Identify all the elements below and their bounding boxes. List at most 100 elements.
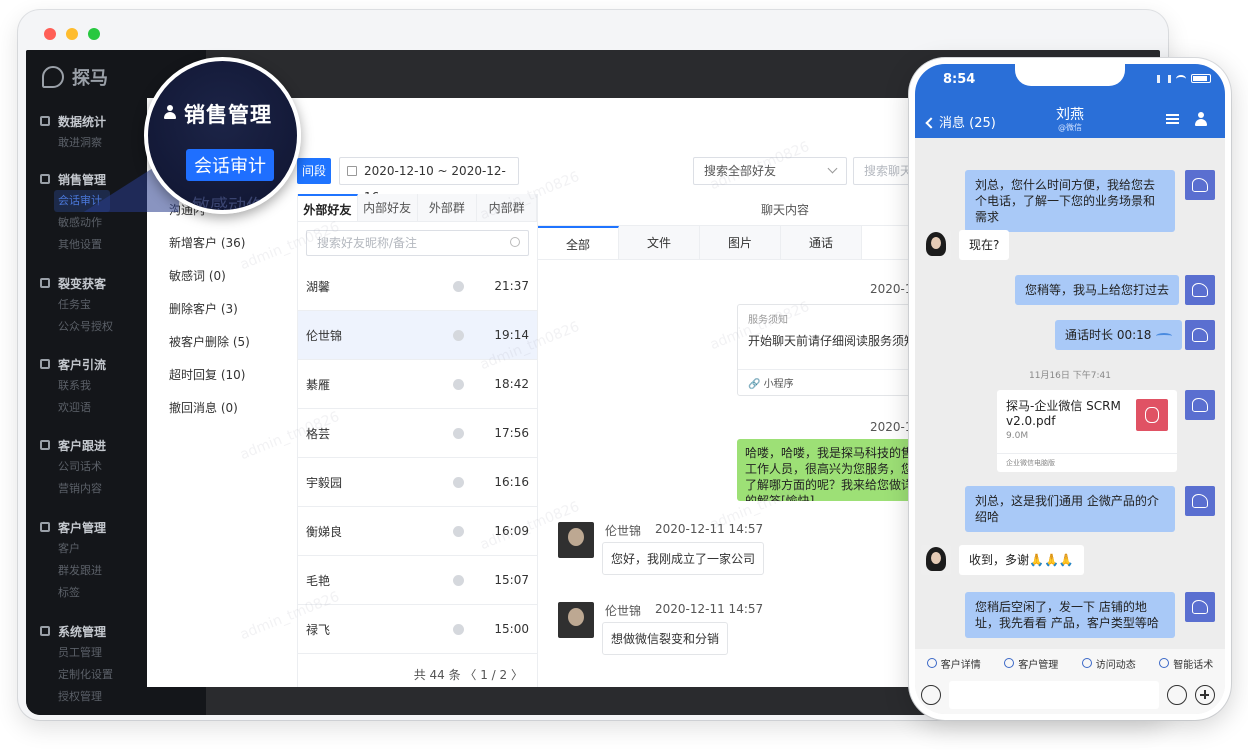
sent-message: 刘总，这是我们通用 企微产品的介绍哈 (965, 486, 1175, 532)
category-item[interactable]: 被客户删除 (5) (147, 326, 297, 359)
check-icon (453, 574, 465, 586)
category-item[interactable]: 新增客户 (36) (147, 227, 297, 260)
minimize-dot[interactable] (66, 28, 78, 40)
nav-title[interactable]: 系统管理 (40, 620, 113, 642)
sidebar-item[interactable]: 标签 (40, 582, 106, 604)
sidebar-item[interactable]: 任务宝 (40, 294, 113, 316)
gear-icon (40, 626, 50, 636)
action-smart-script[interactable]: 智能话术 (1159, 656, 1213, 671)
message-time: 2020-12-11 14:57 (655, 522, 764, 536)
mini-program-card[interactable]: 服务须知 开始聊天前请仔细阅读服务须知事项 🔗 小程序 (737, 304, 941, 396)
action-visit-activity[interactable]: 访问动态 (1081, 656, 1136, 671)
friend-row[interactable]: 禄飞 15:00 (298, 605, 537, 654)
phone-mockup: 8:54 消息 (25) 刘燕 @微信 刘总，您什么时间方便，我给您去个电话，了… (909, 58, 1231, 720)
emoji-icon[interactable] (1167, 685, 1187, 705)
tab-internal-groups[interactable]: 内部群 (477, 194, 537, 221)
sender-name: 伦世锦 (605, 524, 642, 538)
nav-title[interactable]: 客户引流 (40, 353, 106, 375)
tab-calls[interactable]: 通话 (781, 226, 862, 259)
friend-row[interactable]: 衡娣良 16:09 (298, 507, 537, 556)
nav-title[interactable]: 数据统计 (40, 110, 106, 132)
user-icon (40, 174, 50, 184)
sidebar-item[interactable]: 群发跟进 (40, 560, 106, 582)
pagination[interactable]: 共 44 条 〈 1 / 2 〉 (298, 663, 537, 687)
sidebar-item[interactable]: 员工管理 (40, 642, 113, 664)
nav-title[interactable]: 裂变获客 (40, 272, 113, 294)
menu-icon[interactable] (1166, 114, 1179, 124)
avatar (1185, 170, 1215, 200)
sidebar-item[interactable]: 联系我 (40, 375, 106, 397)
funnel-icon (40, 359, 50, 369)
signal-icon (1157, 74, 1171, 83)
sidebar-item[interactable]: 公众号授权 (40, 316, 113, 338)
card-label: 服务须知 (748, 315, 788, 326)
card-footer: 🔗 小程序 (738, 369, 936, 395)
close-dot[interactable] (44, 28, 56, 40)
nav-group-traffic: 客户引流 联系我 欢迎语 (40, 353, 106, 419)
users-icon (40, 522, 50, 532)
check-icon (453, 525, 465, 537)
message-time: 2020-12-11 14:57 (655, 602, 764, 616)
share-icon (40, 278, 50, 288)
friend-row[interactable]: 格芸 17:56 (298, 409, 537, 458)
lens-section-title: 销售管理 (184, 103, 272, 127)
check-icon (453, 427, 465, 439)
nav-group-customers: 客户管理 客户 群发跟进 标签 (40, 516, 106, 604)
nav-title[interactable]: 客户跟进 (40, 434, 106, 456)
profile-icon[interactable] (1195, 112, 1207, 126)
sidebar-item[interactable]: 欢迎语 (40, 397, 106, 419)
action-customer-manage[interactable]: 客户管理 (1004, 656, 1058, 671)
sidebar-item[interactable]: 公司话术 (40, 456, 106, 478)
message-input[interactable] (949, 681, 1159, 709)
friend-row[interactable]: 綦雁 18:42 (298, 360, 537, 409)
friend-list: 外部好友 内部好友 外部群 内部群 搜索好友昵称/备注 湖馨 21:37 伦世锦 1… (297, 194, 538, 687)
date-range-picker[interactable]: 2020-12-10 ~ 2020-12-16 (339, 157, 519, 204)
category-item[interactable]: 超时回复 (10) (147, 359, 297, 392)
plus-icon[interactable] (1195, 685, 1215, 705)
period-button[interactable]: 间段 (297, 158, 331, 184)
check-icon (453, 623, 465, 635)
tab-external-friends[interactable]: 外部好友 (298, 194, 358, 221)
logo-icon (42, 66, 64, 88)
friend-search-input[interactable]: 搜索好友昵称/备注 (306, 230, 529, 256)
category-item[interactable]: 敏感词 (0) (147, 260, 297, 293)
sidebar-item[interactable]: 其他设置 (40, 234, 110, 256)
tab-internal-friends[interactable]: 内部好友 (357, 194, 418, 221)
nav-title[interactable]: 客户管理 (40, 516, 106, 538)
tab-all[interactable]: 全部 (538, 226, 619, 259)
sidebar-item[interactable]: 客户 (40, 538, 106, 560)
sidebar-item[interactable]: 授权管理 (40, 686, 113, 708)
sent-message: 哈喽，哈喽，我是探马科技的售前工作人员，很高兴为您服务，您想了解哪方面的呢？我来… (737, 439, 937, 501)
voice-icon[interactable] (921, 685, 941, 705)
friend-row[interactable]: 毛艳 15:07 (298, 556, 537, 605)
category-item[interactable]: 删除客户 (3) (147, 293, 297, 326)
friend-row[interactable]: 宇毅园 16:16 (298, 458, 537, 507)
file-message[interactable]: 探马-企业微信 SCRM v2.0.pdf 9.0M 企业微信电脑版 (997, 390, 1177, 472)
card-text: 开始聊天前请仔细阅读服务须知事项 (748, 334, 941, 348)
tab-files[interactable]: 文件 (619, 226, 700, 259)
sidebar-item[interactable]: 定制化设置 (40, 664, 113, 686)
maximize-dot[interactable] (88, 28, 100, 40)
friend-filter-select[interactable]: 搜索全部好友 (693, 157, 847, 185)
category-item[interactable]: 撤回消息 (0) (147, 392, 297, 425)
friend-row[interactable]: 湖馨 21:37 (298, 262, 537, 311)
tab-external-groups[interactable]: 外部群 (417, 194, 478, 221)
window-controls (44, 28, 100, 40)
sidebar-item[interactable]: 营销内容 (40, 478, 106, 500)
file-source: 企业微信电脑版 (997, 453, 1177, 472)
message-timestamp: 11月16日 下午7:41 (1029, 371, 1111, 381)
message-bubble: 您好，我刚成立了一家公司 (602, 542, 765, 575)
avatar (558, 522, 594, 558)
avatar (921, 230, 951, 260)
sidebar-item[interactable]: 敢进洞察 (40, 132, 106, 154)
friend-row-selected[interactable]: 伦世锦 19:14 (298, 311, 537, 360)
tab-images[interactable]: 图片 (700, 226, 781, 259)
action-icon (926, 658, 937, 668)
call-duration-message: 通话时长 00:18 (1055, 320, 1183, 350)
file-size: 9.0M (1006, 431, 1029, 441)
sidebar-item[interactable]: 敏感动作 (40, 212, 110, 234)
action-customer-detail[interactable]: 客户详情 (926, 656, 981, 671)
sent-message: 刘总，您什么时间方便，我给您去个电话，了解一下您的业务场景和需求 (965, 170, 1175, 232)
avatar (1185, 275, 1215, 305)
battery-icon (1191, 74, 1211, 83)
